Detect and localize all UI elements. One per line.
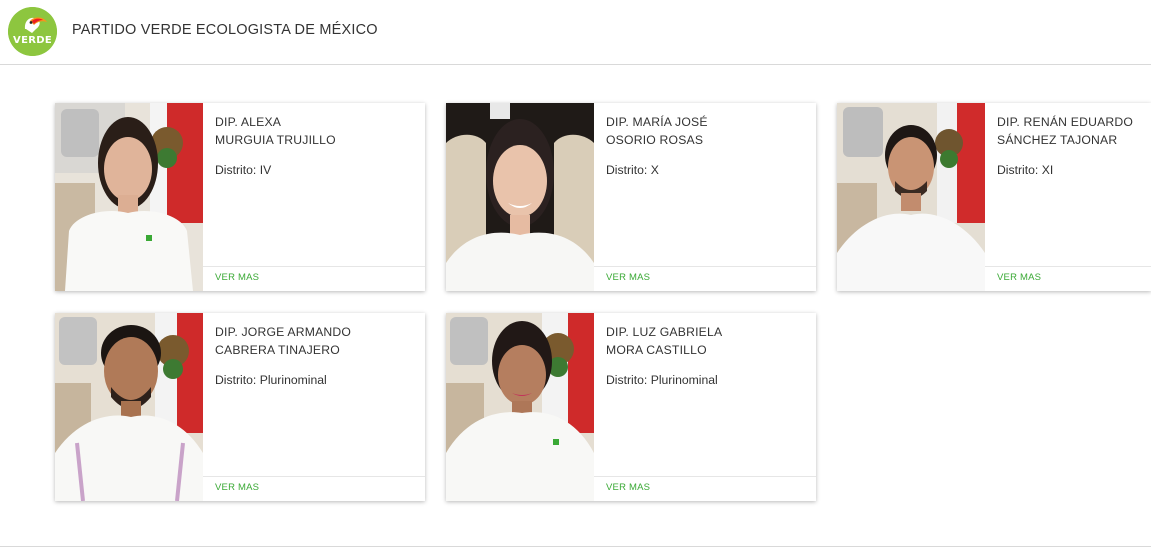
deputy-name-line1: DIP. RENÁN EDUARDO: [997, 115, 1134, 129]
deputy-name: DIP. ALEXA MURGUIA TRUJILLO: [215, 113, 420, 149]
ver-mas-link[interactable]: VER MAS: [215, 482, 259, 493]
card-body: DIP. MARÍA JOSÉ OSORIO ROSAS Distrito: X…: [594, 103, 816, 291]
deputy-name: DIP. MARÍA JOSÉ OSORIO ROSAS: [606, 113, 811, 149]
party-name: PARTIDO VERDE ECOLOGISTA DE MÉXICO: [72, 22, 378, 38]
deputy-name-line2: OSORIO ROSAS: [606, 133, 704, 147]
deputy-name-line1: DIP. ALEXA: [215, 115, 282, 129]
deputy-card[interactable]: DIP. LUZ GABRIELA MORA CASTILLO Distrito…: [446, 313, 816, 501]
deputy-name: DIP. LUZ GABRIELA MORA CASTILLO: [606, 323, 811, 359]
ver-mas-link[interactable]: VER MAS: [997, 272, 1041, 283]
deputy-name-line1: DIP. LUZ GABRIELA: [606, 325, 723, 339]
deputy-photo: [446, 313, 594, 501]
card-footer: VER MAS: [203, 476, 425, 501]
card-footer: VER MAS: [594, 266, 816, 291]
deputy-district: Distrito: XI: [997, 163, 1054, 177]
deputy-name-line1: DIP. MARÍA JOSÉ: [606, 115, 708, 129]
card-footer: VER MAS: [985, 266, 1151, 291]
card-footer: VER MAS: [594, 476, 816, 501]
toucan-logo-icon: [8, 7, 57, 56]
deputy-name-line2: MURGUIA TRUJILLO: [215, 133, 336, 147]
deputy-district: Distrito: Plurinominal: [606, 373, 718, 387]
deputy-name-line2: CABRERA TINAJERO: [215, 343, 340, 357]
ver-mas-link[interactable]: VER MAS: [606, 482, 650, 493]
deputy-name: DIP. JORGE ARMANDO CABRERA TINAJERO: [215, 323, 420, 359]
deputy-district: Distrito: IV: [215, 163, 272, 177]
card-body: DIP. RENÁN EDUARDO SÁNCHEZ TAJONAR Distr…: [985, 103, 1151, 291]
card-body: DIP. JORGE ARMANDO CABRERA TINAJERO Dist…: [203, 313, 425, 501]
deputy-card[interactable]: DIP. ALEXA MURGUIA TRUJILLO Distrito: IV…: [55, 103, 425, 291]
deputy-photo: [837, 103, 985, 291]
deputy-district: Distrito: Plurinominal: [215, 373, 327, 387]
deputy-name-line2: MORA CASTILLO: [606, 343, 707, 357]
deputy-name-line1: DIP. JORGE ARMANDO: [215, 325, 352, 339]
card-body: DIP. LUZ GABRIELA MORA CASTILLO Distrito…: [594, 313, 816, 501]
deputy-name: DIP. RENÁN EDUARDO SÁNCHEZ TAJONAR: [997, 113, 1151, 149]
verde-logo[interactable]: VERDE: [8, 7, 57, 56]
ver-mas-link[interactable]: VER MAS: [606, 272, 650, 283]
card-body: DIP. ALEXA MURGUIA TRUJILLO Distrito: IV…: [203, 103, 425, 291]
deputy-card[interactable]: DIP. MARÍA JOSÉ OSORIO ROSAS Distrito: X…: [446, 103, 816, 291]
footer-divider: [0, 546, 1151, 547]
deputy-district: Distrito: X: [606, 163, 659, 177]
deputy-card[interactable]: DIP. RENÁN EDUARDO SÁNCHEZ TAJONAR Distr…: [837, 103, 1151, 291]
deputy-photo: [55, 313, 203, 501]
deputy-card[interactable]: DIP. JORGE ARMANDO CABRERA TINAJERO Dist…: [55, 313, 425, 501]
deputy-name-line2: SÁNCHEZ TAJONAR: [997, 133, 1118, 147]
deputy-photo: [55, 103, 203, 291]
deputy-photo: [446, 103, 594, 291]
ver-mas-link[interactable]: VER MAS: [215, 272, 259, 283]
top-header: VERDE PARTIDO VERDE ECOLOGISTA DE MÉXICO: [0, 0, 1151, 65]
card-footer: VER MAS: [203, 266, 425, 291]
logo-text: VERDE: [13, 35, 52, 46]
